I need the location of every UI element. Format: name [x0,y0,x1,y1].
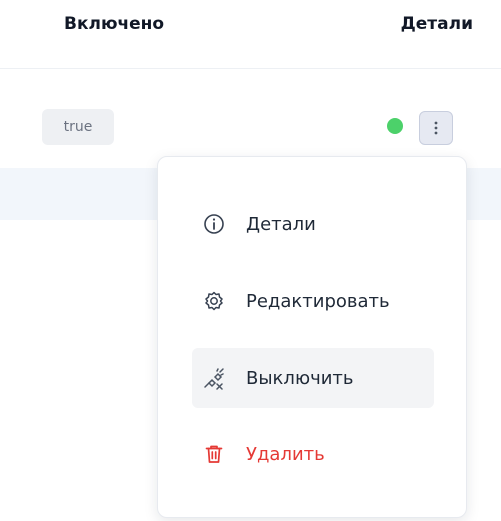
menu-item-label: Удалить [246,443,325,465]
unplug-icon [202,366,226,390]
table-header: Включено Детали [0,0,501,69]
more-vertical-icon [434,121,438,135]
menu-item-details[interactable]: Детали [192,194,434,254]
gear-icon [202,289,226,313]
column-header-enabled[interactable]: Включено [64,14,164,34]
menu-item-disable[interactable]: Выключить [192,348,434,408]
column-header-details[interactable]: Детали [401,14,473,34]
menu-item-label: Выключить [246,367,354,389]
status-indicator-dot [387,118,403,134]
menu-item-label: Редактировать [246,290,390,312]
table-row: true [0,69,501,167]
menu-item-edit[interactable]: Редактировать [192,271,434,331]
row-actions-menu: Детали Редактировать Выключить Удалить [157,156,467,518]
enabled-badge: true [42,109,114,145]
menu-item-delete[interactable]: Удалить [192,424,434,484]
trash-icon [202,442,226,466]
row-actions-button[interactable] [419,111,453,145]
menu-item-label: Детали [246,213,316,235]
info-icon [202,212,226,236]
